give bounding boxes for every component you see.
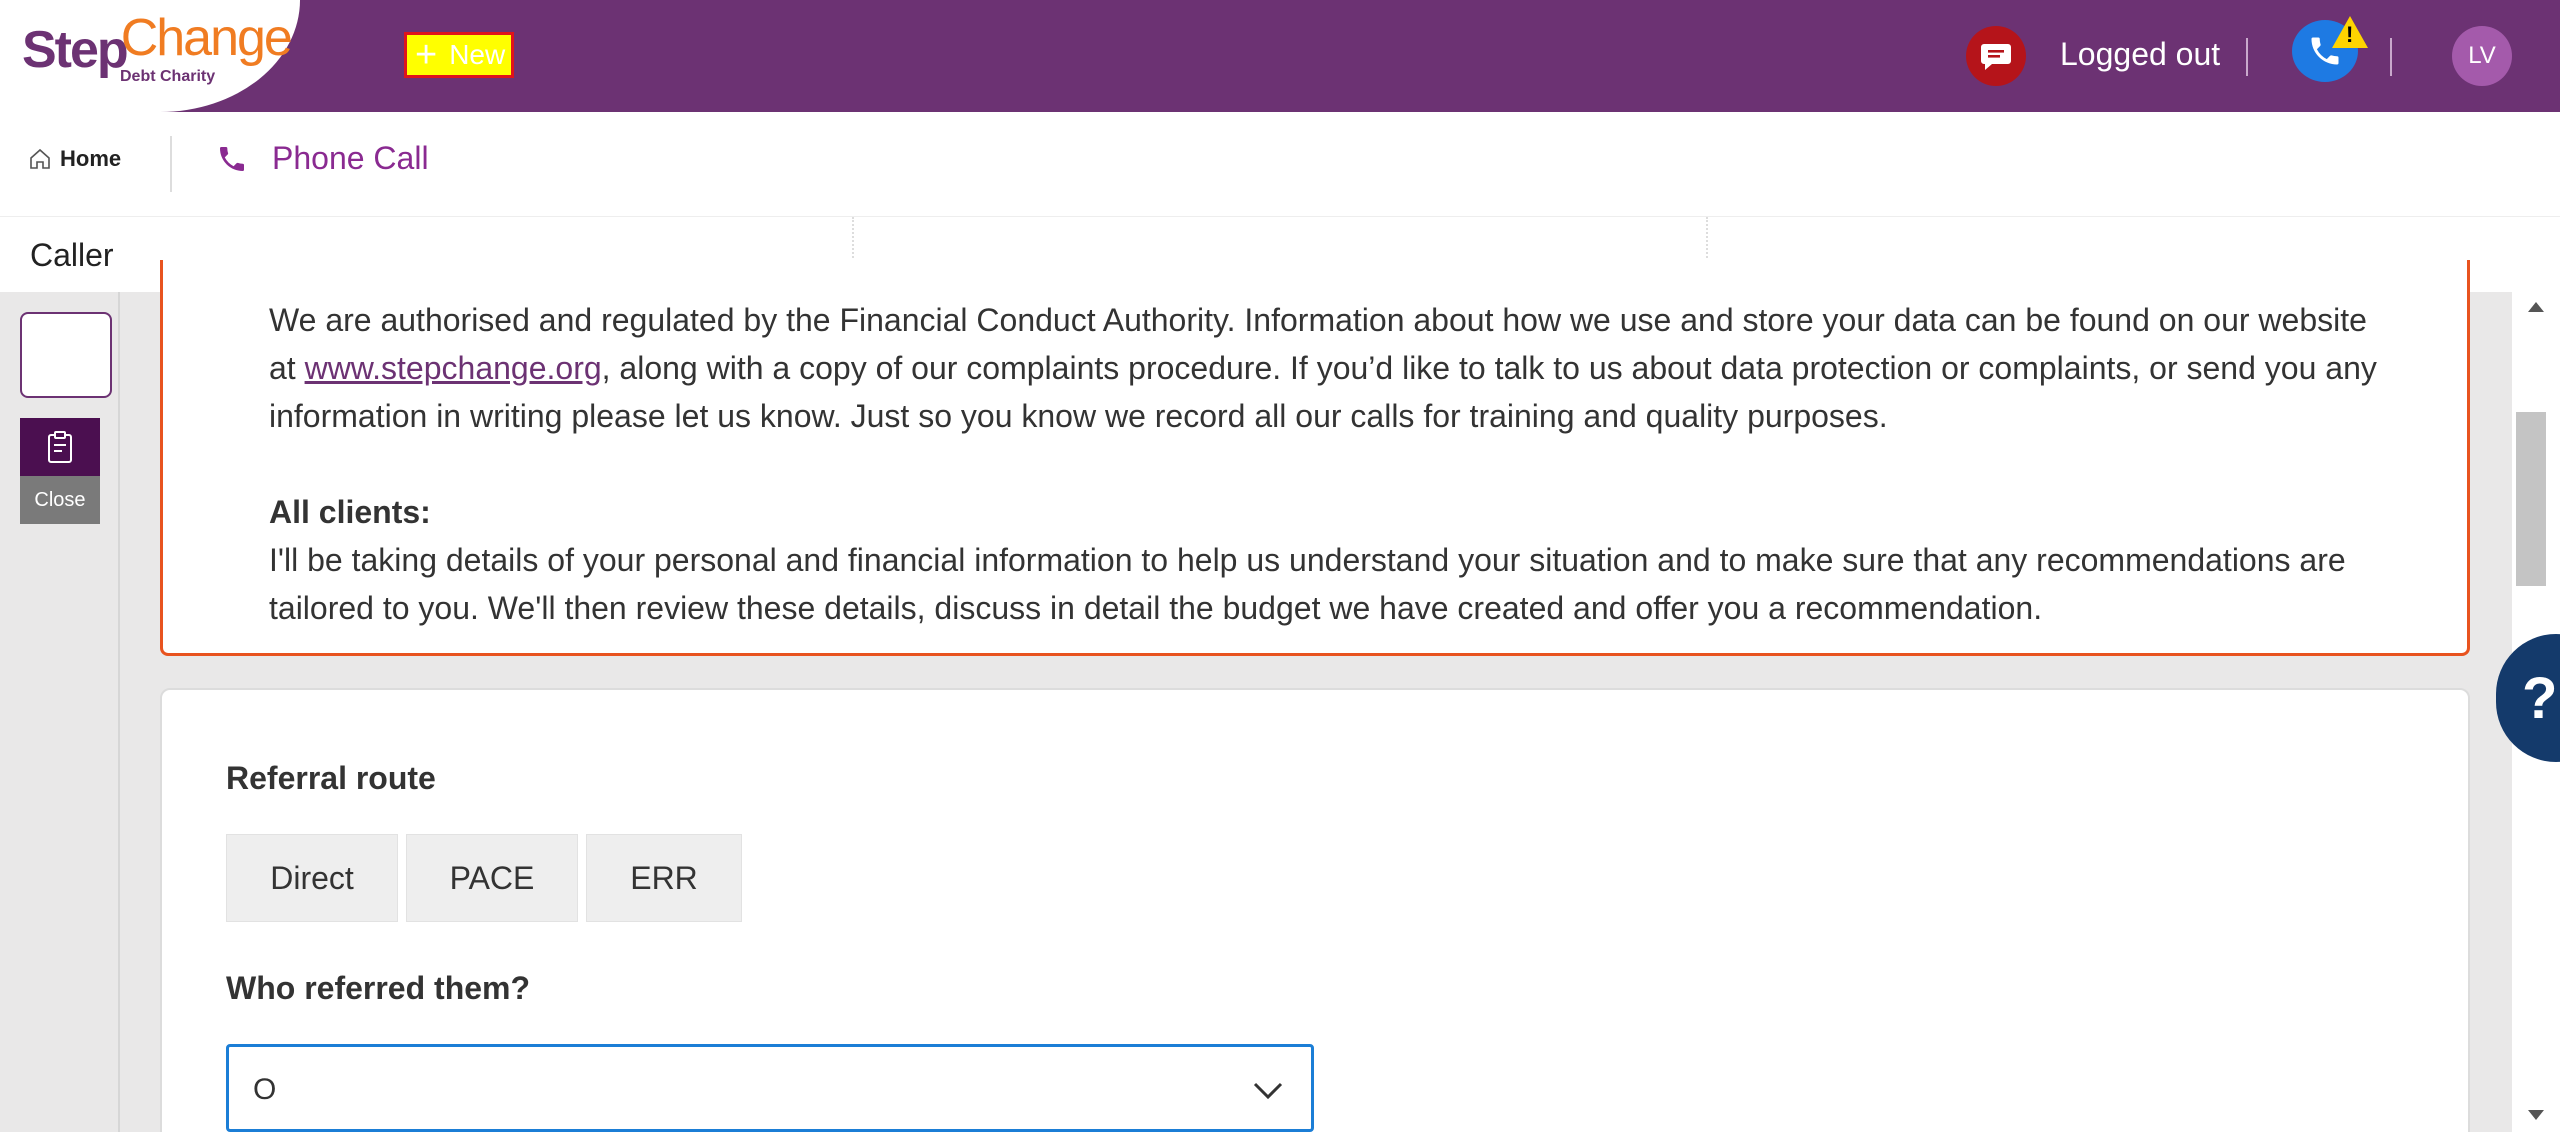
who-referred-value: O [253,1073,277,1106]
caller-label: Caller [30,237,114,273]
all-clients-text: I'll be taking details of your personal … [269,542,2346,626]
new-button-label: New [449,39,506,70]
website-link[interactable]: www.stepchange.org [305,350,602,386]
nav-divider [170,136,172,192]
referral-option-err[interactable]: ERR [586,834,742,922]
tab-phone-call[interactable]: Phone Call [216,140,429,177]
phone-call-label: Phone Call [272,140,429,176]
tab-navigation: Home Phone Call [0,112,2560,216]
header-divider [2246,38,2248,76]
help-button[interactable]: ? [2496,634,2560,762]
home-link[interactable]: Home [28,146,121,172]
user-avatar[interactable]: LV [2452,26,2512,86]
clipboard-icon [20,418,100,476]
close-label: Close [20,476,100,524]
logo-area: StepChange Debt Charity [0,0,300,112]
left-rail: Close [0,292,120,1132]
referral-route-label: Referral route [226,760,436,796]
phone-icon [220,146,244,171]
header-divider [2390,38,2392,76]
plus-icon: + [415,34,438,76]
referral-option-direct[interactable]: Direct [226,834,398,922]
who-referred-select[interactable]: O [226,1044,1314,1132]
login-status: Logged out [2060,36,2221,72]
scroll-up-arrow[interactable] [2528,302,2544,312]
regulatory-notice: We are authorised and regulated by the F… [160,260,2470,656]
home-label: Home [60,146,122,171]
who-referred-label: Who referred them? [226,970,531,1006]
scroll-down-arrow[interactable] [2528,1110,2544,1120]
referral-option-pace[interactable]: PACE [406,834,578,922]
chevron-down-icon [1253,1082,1283,1100]
logo-subtitle: Debt Charity [120,68,216,85]
rail-card[interactable] [20,312,112,398]
logo-change-text: Change [120,9,293,67]
home-icon [30,148,50,169]
warning-mark: ! [2346,22,2354,47]
referral-form: Referral route Direct PACE ERR Who refer… [160,688,2470,1132]
all-clients-heading: All clients: [269,494,431,530]
notice-text: We are authorised and regulated by the F… [269,296,2399,632]
new-button[interactable]: + New [404,32,514,78]
top-header: StepChange Debt Charity + New Logged out… [0,0,2560,112]
close-button[interactable]: Close [20,418,100,524]
scrollbar-thumb[interactable] [2516,412,2546,586]
chat-icon[interactable] [1966,26,2026,86]
logo-step-text: Step [22,21,129,79]
